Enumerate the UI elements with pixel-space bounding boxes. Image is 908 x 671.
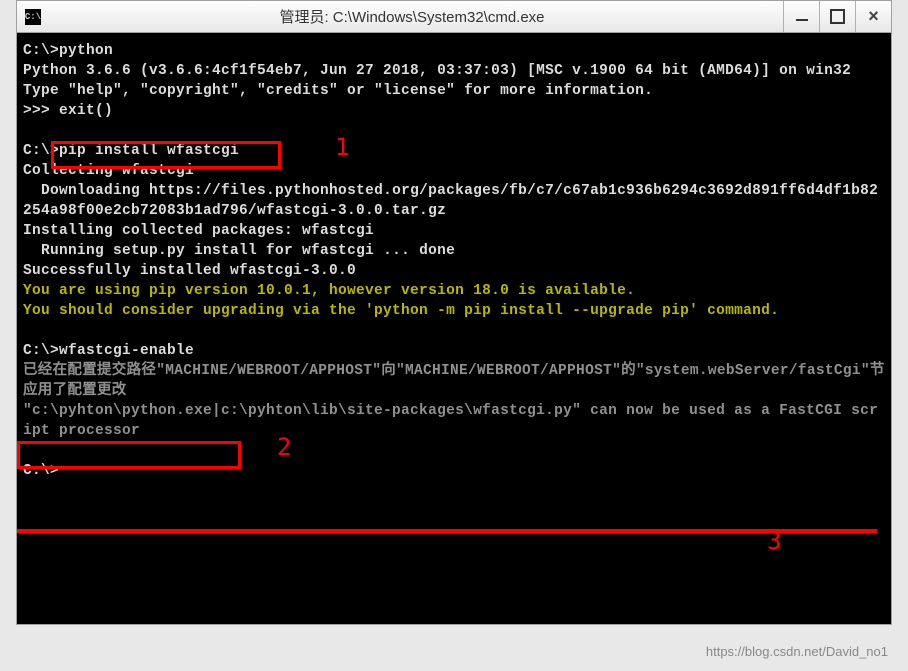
terminal-line: C:\>python	[23, 41, 885, 61]
terminal-line	[23, 121, 885, 141]
cmd-window: C:\ 管理员: C:\Windows\System32\cmd.exe × C…	[16, 0, 892, 625]
terminal-line	[23, 321, 885, 341]
annotation-underline-3	[17, 529, 877, 533]
terminal-line: Downloading https://files.pythonhosted.o…	[23, 181, 885, 221]
terminal-line: Python 3.6.6 (v3.6.6:4cf1f54eb7, Jun 27 …	[23, 61, 885, 81]
terminal-line: >>> exit()	[23, 101, 885, 121]
annotation-label-3: 3	[767, 531, 782, 551]
terminal-line	[23, 441, 885, 461]
terminal-area[interactable]: C:\>pythonPython 3.6.6 (v3.6.6:4cf1f54eb…	[17, 33, 891, 624]
close-button[interactable]: ×	[855, 1, 891, 32]
terminal-line: Type "help", "copyright", "credits" or "…	[23, 81, 885, 101]
maximize-button[interactable]	[819, 1, 855, 32]
terminal-line: C:\>	[23, 461, 885, 481]
titlebar[interactable]: C:\ 管理员: C:\Windows\System32\cmd.exe ×	[17, 1, 891, 33]
cmd-icon: C:\	[25, 9, 41, 25]
terminal-line: You should consider upgrading via the 'p…	[23, 301, 885, 321]
terminal-line: "c:\pyhton\python.exe|c:\pyhton\lib\site…	[23, 401, 885, 441]
terminal-line: Installing collected packages: wfastcgi	[23, 221, 885, 241]
terminal-line: C:\>pip install wfastcgi	[23, 141, 885, 161]
terminal-line: You are using pip version 10.0.1, howeve…	[23, 281, 885, 301]
terminal-line: Successfully installed wfastcgi-3.0.0	[23, 261, 885, 281]
titlebar-buttons: ×	[783, 1, 891, 32]
window-title: 管理员: C:\Windows\System32\cmd.exe	[41, 6, 783, 27]
terminal-line: 已经在配置提交路径"MACHINE/WEBROOT/APPHOST"向"MACH…	[23, 361, 885, 401]
minimize-button[interactable]	[783, 1, 819, 32]
terminal-line: Collecting wfastcgi	[23, 161, 885, 181]
watermark: https://blog.csdn.net/David_no1	[706, 644, 888, 659]
terminal-line: C:\>wfastcgi-enable	[23, 341, 885, 361]
terminal-content: C:\>pythonPython 3.6.6 (v3.6.6:4cf1f54eb…	[23, 41, 885, 481]
terminal-line: Running setup.py install for wfastcgi ..…	[23, 241, 885, 261]
